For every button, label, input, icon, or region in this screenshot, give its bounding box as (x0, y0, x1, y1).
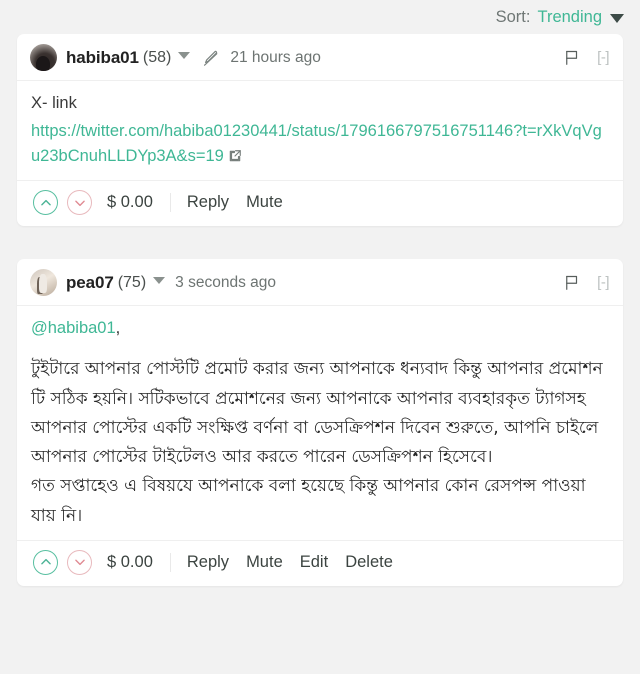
collapse-toggle[interactable]: [-] (597, 274, 609, 291)
comment-header: pea07 (75) 3 seconds ago [-] (17, 259, 623, 307)
action-divider (169, 193, 171, 213)
comment-body: X- link https://twitter.com/habiba012304… (17, 81, 623, 180)
avatar[interactable] (30, 269, 57, 297)
comment-action-bar: $ 0.00 Reply Mute Edit Delete (17, 539, 623, 586)
collapse-toggle[interactable]: [-] (597, 49, 609, 66)
flag-icon[interactable] (563, 273, 581, 292)
external-link-icon[interactable] (228, 147, 242, 171)
chevron-down-icon[interactable] (178, 52, 191, 59)
payout-value[interactable]: $ 0.00 (107, 553, 153, 572)
sort-label: Sort: (495, 7, 531, 26)
downvote-button[interactable] (67, 190, 92, 216)
comment-paragraph: গত সপ্তাহেও এ বিষয়যে আপনাকে বলা হয়েছে … (31, 476, 586, 526)
comment-link[interactable]: https://twitter.com/habiba01230441/statu… (31, 122, 602, 166)
upvote-button[interactable] (33, 549, 58, 575)
payout-value[interactable]: $ 0.00 (107, 193, 153, 212)
mute-button[interactable]: Mute (246, 193, 283, 212)
action-divider (169, 552, 171, 572)
comment-action-bar: $ 0.00 Reply Mute (17, 180, 623, 226)
flag-icon[interactable] (563, 48, 581, 67)
edit-button[interactable]: Edit (300, 553, 328, 572)
chevron-down-icon[interactable] (153, 277, 166, 285)
comment-text-block: টুইটারে আপনার পোস্টটি প্রমোট করার জন্য আ… (31, 355, 609, 530)
downvote-button[interactable] (67, 549, 92, 575)
comment-link-wrapper: https://twitter.com/habiba01230441/statu… (31, 119, 609, 171)
comment-header: habiba01 (58) 21 hours ago [-] (17, 34, 623, 81)
comment-card-habiba01: habiba01 (58) 21 hours ago [-] X- link h… (17, 34, 623, 227)
sort-value[interactable]: Trending (537, 8, 602, 27)
mention-suffix: , (115, 319, 121, 338)
pencil-icon (201, 49, 220, 68)
comment-timestamp[interactable]: 21 hours ago (230, 49, 321, 67)
reply-button[interactable]: Reply (187, 193, 229, 212)
author-reputation: (75) (117, 273, 147, 291)
delete-button[interactable]: Delete (345, 553, 393, 572)
upvote-button[interactable] (33, 190, 58, 216)
comment-body: @habiba01, টুইটারে আপনার পোস্টটি প্রমোট … (17, 306, 623, 539)
comment-author[interactable]: habiba01 (66, 48, 139, 68)
reply-button[interactable]: Reply (187, 553, 229, 572)
comment-text-title: X- link (31, 94, 77, 112)
mute-button[interactable]: Mute (246, 553, 283, 572)
comment-timestamp[interactable]: 3 seconds ago (175, 274, 276, 292)
avatar[interactable] (30, 44, 57, 71)
comment-paragraph: টুইটারে আপনার পোস্টটি প্রমোট করার জন্য আ… (31, 359, 603, 468)
author-reputation: (58) (142, 48, 172, 66)
mention-link[interactable]: @habiba01 (31, 319, 116, 337)
comment-author[interactable]: pea07 (66, 273, 114, 293)
chevron-down-icon[interactable] (610, 13, 624, 23)
mention-line: @habiba01, (31, 317, 609, 341)
sort-bar: Sort: Trending (0, 0, 640, 34)
comment-card-pea07: pea07 (75) 3 seconds ago [-] @habiba01, … (17, 259, 623, 586)
